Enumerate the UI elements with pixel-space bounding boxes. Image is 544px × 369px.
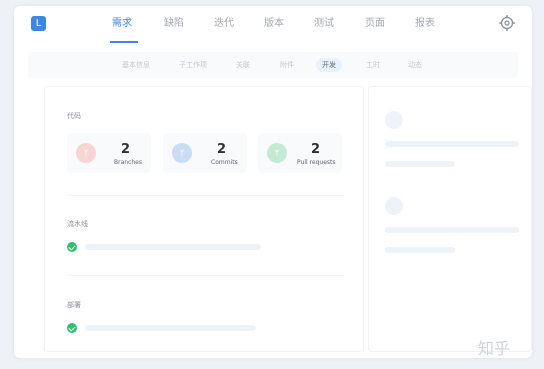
watermark: 知乎	[478, 339, 511, 358]
top-navigation-bar: L 需求 缺陷 迭代 版本 测试 页面 报表	[14, 6, 532, 44]
pull-requests-label: Pull requests	[297, 159, 336, 166]
pull-request-icon: ᛘ	[267, 143, 287, 163]
subtab-development[interactable]: 开发	[316, 58, 342, 72]
nav-tab-reports[interactable]: 报表	[415, 18, 435, 30]
loading-line-placeholder	[385, 247, 455, 253]
section-divider	[67, 275, 343, 276]
loading-line-placeholder	[385, 227, 519, 233]
side-panel	[368, 86, 532, 352]
subtab-activity[interactable]: 动态	[408, 60, 422, 70]
pull-requests-card[interactable]: ᛘ 2 Pull requests	[258, 133, 342, 173]
subtab-attachments[interactable]: 附件	[280, 60, 294, 70]
branch-icon: ᛘ	[76, 143, 96, 163]
branches-count: 2	[121, 142, 131, 157]
app-logo[interactable]: L	[31, 16, 46, 31]
success-check-icon	[67, 242, 77, 252]
loading-line-placeholder	[385, 161, 455, 167]
subtab-basic-info[interactable]: 基本信息	[122, 60, 150, 70]
nav-tab-testing[interactable]: 测试	[314, 18, 334, 30]
subtab-relations[interactable]: 关联	[236, 60, 250, 70]
section-divider	[67, 195, 343, 196]
loading-avatar-placeholder	[385, 197, 403, 215]
loading-avatar-placeholder	[385, 111, 403, 129]
nav-tab-defects[interactable]: 缺陷	[164, 18, 184, 30]
pull-requests-count: 2	[311, 142, 321, 157]
loading-line-placeholder	[385, 141, 519, 147]
gear-icon[interactable]	[499, 15, 515, 31]
code-section-title: 代码	[67, 112, 81, 120]
nav-tab-iterations[interactable]: 迭代	[214, 18, 234, 30]
commits-card[interactable]: ᛘ 2 Commits	[163, 133, 247, 173]
commits-label: Commits	[211, 159, 238, 166]
deploy-placeholder	[85, 325, 256, 331]
pipeline-placeholder	[85, 244, 261, 250]
nav-tab-pages[interactable]: 页面	[365, 18, 385, 30]
commits-count: 2	[217, 142, 227, 157]
success-check-icon	[67, 323, 77, 333]
detail-tabs: 基本信息 子工作项 关联 附件 开发 工时 动态	[28, 52, 518, 78]
app-window: L 需求 缺陷 迭代 版本 测试 页面 报表 基本信息 子工作项 关联 附件 开…	[14, 6, 532, 358]
deploy-section-title: 部署	[67, 301, 81, 309]
nav-tab-requirements[interactable]: 需求	[112, 18, 132, 30]
pipeline-section-title: 流水线	[67, 220, 88, 228]
branches-card[interactable]: ᛘ 2 Branches	[67, 133, 151, 173]
commit-icon: ᛘ	[172, 143, 192, 163]
branches-label: Branches	[114, 159, 142, 166]
subtab-work-hours[interactable]: 工时	[366, 60, 380, 70]
nav-tab-versions[interactable]: 版本	[264, 18, 284, 30]
development-panel: 代码 ᛘ 2 Branches ᛘ 2 Commits ᛘ 2 Pull req…	[44, 86, 364, 352]
active-tab-indicator	[110, 41, 138, 43]
subtab-sub-items[interactable]: 子工作项	[179, 60, 207, 70]
